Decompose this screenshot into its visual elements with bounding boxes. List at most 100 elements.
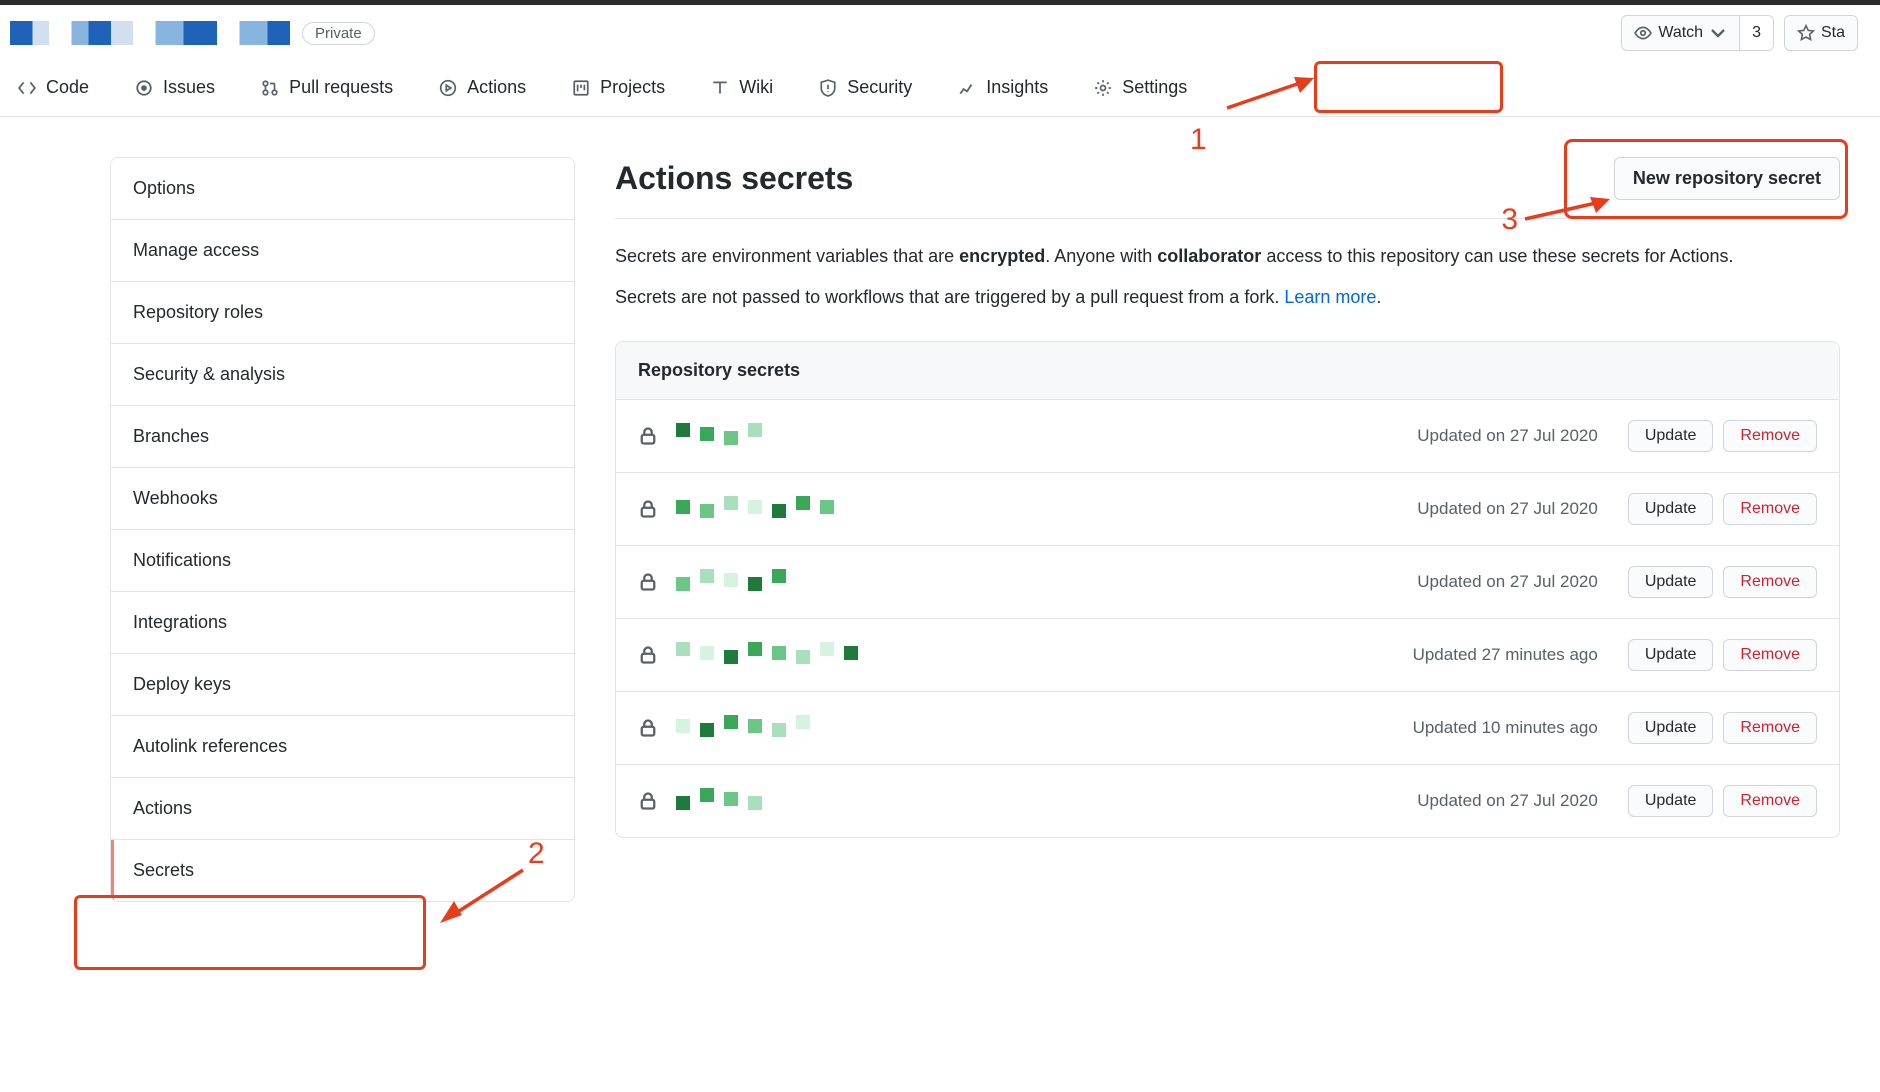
intro-1e: access to this repository can use these … [1261, 246, 1733, 266]
update-button[interactable]: Update [1628, 420, 1714, 452]
sidebar-item-deploy-keys[interactable]: Deploy keys [111, 654, 574, 716]
tab-issues-label: Issues [163, 77, 215, 98]
remove-button[interactable]: Remove [1723, 785, 1817, 817]
secret-name-redacted [676, 644, 1395, 666]
remove-button[interactable]: Remove [1723, 566, 1817, 598]
secret-row: Updated on 27 Jul 2020 Update Remove [616, 546, 1839, 619]
update-button[interactable]: Update [1628, 785, 1714, 817]
issues-icon [135, 79, 153, 97]
intro-1a: Secrets are environment variables that a… [615, 246, 959, 266]
secret-actions: Update Remove [1628, 639, 1817, 671]
star-icon [1797, 24, 1815, 42]
sidebar-item-integrations[interactable]: Integrations [111, 592, 574, 654]
tab-insights[interactable]: Insights [950, 63, 1056, 112]
watch-button-group[interactable]: Watch 3 [1621, 15, 1774, 51]
projects-icon [572, 79, 590, 97]
repository-secrets-box: Repository secrets Updated on 27 Jul 202… [615, 341, 1840, 838]
sidebar-item-notifications[interactable]: Notifications [111, 530, 574, 592]
intro-1c: . Anyone with [1045, 246, 1157, 266]
tab-issues[interactable]: Issues [127, 63, 223, 112]
secret-updated: Updated 27 minutes ago [1413, 645, 1598, 665]
tab-security-label: Security [847, 77, 912, 98]
code-icon [18, 79, 36, 97]
gear-icon [1094, 79, 1112, 97]
tab-actions-label: Actions [467, 77, 526, 98]
visibility-badge: Private [302, 22, 375, 45]
tab-settings-label: Settings [1122, 77, 1187, 98]
secret-row: Updated 10 minutes agoUpdateRemove [616, 692, 1839, 765]
secret-actions: Update Remove [1628, 785, 1817, 817]
repo-header: Private Watch 3 Sta [0, 5, 1880, 59]
tab-insights-label: Insights [986, 77, 1048, 98]
secret-name-redacted [676, 717, 1395, 739]
new-repository-secret-button[interactable]: New repository secret [1614, 157, 1840, 200]
annotation-box-settings [1314, 61, 1503, 113]
update-button[interactable]: Update [1628, 566, 1714, 598]
update-button[interactable]: Update [1628, 639, 1714, 671]
sidebar-item-manage-access[interactable]: Manage access [111, 220, 574, 282]
tab-pr-label: Pull requests [289, 77, 393, 98]
sidebar-item-secrets[interactable]: Secrets [111, 840, 574, 901]
secret-row: Updated on 27 Jul 2020UpdateRemove [616, 473, 1839, 546]
tab-code[interactable]: Code [10, 63, 97, 112]
tab-projects[interactable]: Projects [564, 63, 673, 112]
secret-row: Updated on 27 Jul 2020 Update Remove [616, 765, 1839, 837]
shield-icon [819, 79, 837, 97]
star-button-group[interactable]: Sta [1784, 15, 1858, 51]
secret-actions: Update Remove [1628, 493, 1817, 525]
intro-2a: Secrets are not passed to workflows that… [615, 287, 1284, 307]
intro-1b: encrypted [959, 246, 1045, 266]
secret-name-redacted [676, 571, 1399, 593]
wiki-icon [711, 79, 729, 97]
main-header: Actions secrets New repository secret [615, 157, 1840, 219]
secret-actions: Update Remove [1628, 712, 1817, 744]
settings-container: OptionsManage accessRepository rolesSecu… [0, 117, 1880, 902]
learn-more-link[interactable]: Learn more [1284, 287, 1376, 307]
update-button[interactable]: Update [1628, 493, 1714, 525]
repo-tabnav: Code Issues Pull requests Actions Projec… [0, 59, 1880, 117]
sidebar-item-autolink-references[interactable]: Autolink references [111, 716, 574, 778]
lock-icon [638, 572, 658, 592]
secret-row: Updated on 27 Jul 2020 Update Remove [616, 400, 1839, 473]
tab-pull-requests[interactable]: Pull requests [253, 63, 401, 112]
sidebar-item-actions[interactable]: Actions [111, 778, 574, 840]
tab-security[interactable]: Security [811, 63, 920, 112]
remove-button[interactable]: Remove [1723, 712, 1817, 744]
settings-main: Actions secrets New repository secret 3 … [615, 157, 1840, 902]
sidebar-item-repository-roles[interactable]: Repository roles [111, 282, 574, 344]
watch-label: Watch [1658, 24, 1703, 42]
remove-button[interactable]: Remove [1723, 420, 1817, 452]
secret-updated: Updated on 27 Jul 2020 [1417, 426, 1598, 446]
secrets-box-header: Repository secrets [616, 342, 1839, 400]
update-button[interactable]: Update [1628, 712, 1714, 744]
secret-updated: Updated on 27 Jul 2020 [1417, 791, 1598, 811]
intro-2b: . [1376, 287, 1381, 307]
star-label: Sta [1821, 24, 1845, 42]
tab-wiki[interactable]: Wiki [703, 63, 781, 112]
secret-actions: Update Remove [1628, 420, 1817, 452]
watch-count[interactable]: 3 [1740, 16, 1773, 50]
secret-row: Updated 27 minutes ago Update Remove [616, 619, 1839, 692]
sidebar-item-webhooks[interactable]: Webhooks [111, 468, 574, 530]
lock-icon [638, 791, 658, 811]
secret-actions: Update Remove [1628, 566, 1817, 598]
remove-button[interactable]: Remove [1723, 639, 1817, 671]
intro-text: Secrets are environment variables that a… [615, 243, 1840, 311]
page-title: Actions secrets [615, 160, 853, 197]
remove-button[interactable]: Remove [1723, 493, 1817, 525]
secret-name-redacted [676, 425, 1399, 447]
lock-icon [638, 499, 658, 519]
lock-icon [638, 645, 658, 665]
secret-name-redacted [676, 498, 1399, 520]
lock-icon [638, 426, 658, 446]
sidebar-item-security-analysis[interactable]: Security & analysis [111, 344, 574, 406]
tab-settings[interactable]: Settings [1086, 63, 1195, 112]
settings-sidebar: OptionsManage accessRepository rolesSecu… [110, 157, 575, 902]
sidebar-item-options[interactable]: Options [111, 158, 574, 220]
lock-icon [638, 718, 658, 738]
annotation-arrow-1 [1222, 75, 1314, 115]
tab-projects-label: Projects [600, 77, 665, 98]
sidebar-item-branches[interactable]: Branches [111, 406, 574, 468]
secret-updated: Updated on 27 Jul 2020 [1417, 572, 1598, 592]
tab-actions[interactable]: Actions [431, 63, 534, 112]
